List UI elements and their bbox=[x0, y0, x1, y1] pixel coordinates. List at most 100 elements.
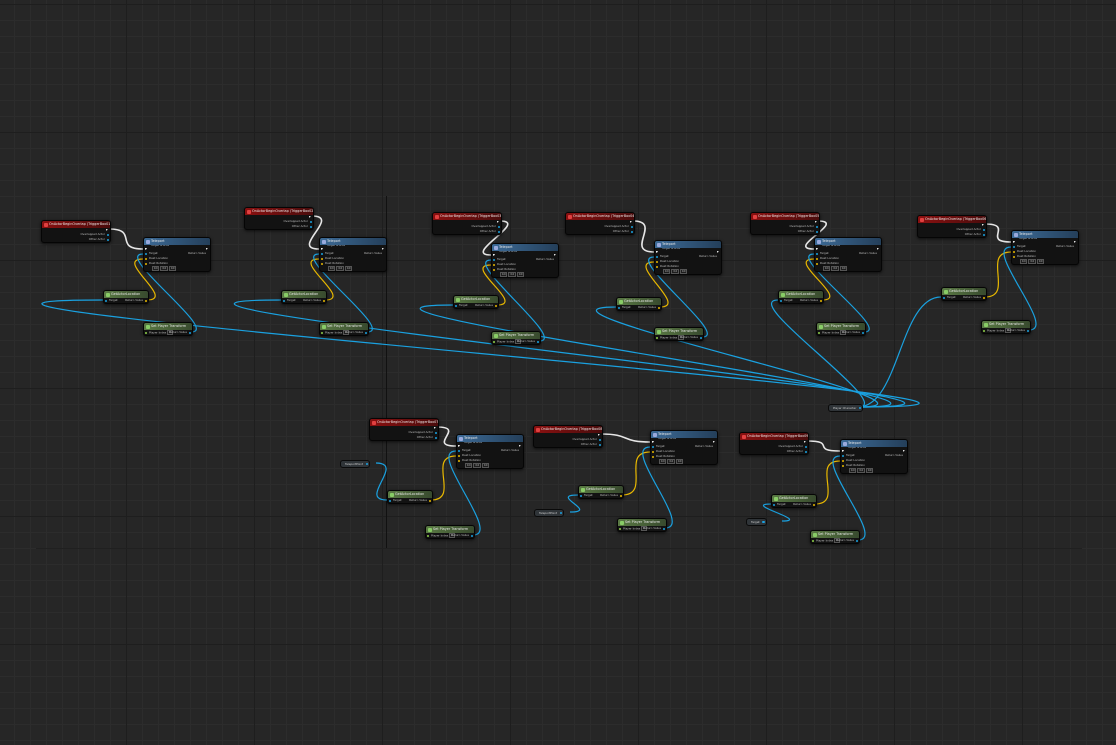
set-player-transform-node[interactable]: Set Player Transform Player Index 0 Return … bbox=[654, 327, 704, 341]
dest-location-pin[interactable] bbox=[1013, 250, 1016, 253]
exec-in-pin[interactable] bbox=[321, 247, 324, 250]
dest-rotation-pin[interactable] bbox=[816, 262, 819, 265]
target-pin[interactable] bbox=[145, 252, 148, 255]
dest-location-pin[interactable] bbox=[656, 260, 659, 263]
rotation-value-box[interactable]: 0.0 bbox=[839, 266, 848, 271]
dest-rotation-pin[interactable] bbox=[458, 459, 461, 462]
event-node[interactable]: OnActorBeginOverlap (TriggerBox08) Overla… bbox=[533, 425, 603, 448]
set-player-transform-node[interactable]: Set Player Transform Player Index 0 Return … bbox=[425, 525, 475, 539]
exec-out-pin[interactable] bbox=[902, 449, 905, 452]
rotation-value-box[interactable]: 0.0 bbox=[659, 459, 667, 464]
dest-rotation-pin[interactable] bbox=[1013, 255, 1016, 258]
target-pin[interactable] bbox=[493, 258, 496, 261]
target-pin[interactable] bbox=[656, 255, 659, 258]
blueprint-graph-canvas[interactable]: OnActorBeginOverlap (TriggerBox01) Overla… bbox=[0, 0, 1116, 745]
other-actor-pin[interactable] bbox=[309, 225, 312, 228]
exec-out-pin[interactable] bbox=[814, 220, 817, 223]
return-value-pin[interactable] bbox=[855, 539, 858, 542]
target-pin[interactable] bbox=[652, 445, 655, 448]
dest-location-pin[interactable] bbox=[816, 257, 819, 260]
overlapped-actor-pin[interactable] bbox=[815, 225, 818, 228]
exec-out-pin[interactable] bbox=[308, 215, 311, 218]
rotation-value-box[interactable]: 0.0 bbox=[1020, 259, 1028, 264]
target-pin[interactable] bbox=[105, 299, 108, 302]
set-player-transform-node[interactable]: Set Player Transform Player Index 0 Return … bbox=[143, 322, 193, 336]
target-pin[interactable] bbox=[389, 499, 392, 502]
rotation-value-box[interactable]: 0.0 bbox=[481, 463, 490, 468]
player-index-pin[interactable] bbox=[321, 331, 324, 334]
dest-location-pin[interactable] bbox=[321, 257, 324, 260]
rotation-value-box[interactable]: 0.0 bbox=[336, 266, 344, 271]
exec-out-pin[interactable] bbox=[597, 433, 600, 436]
other-actor-pin[interactable] bbox=[497, 230, 500, 233]
variable-out-pin[interactable] bbox=[559, 511, 563, 515]
other-actor-pin[interactable] bbox=[815, 230, 818, 233]
get-actor-location-node[interactable]: GetActorLocation Target Return Value bbox=[778, 290, 824, 304]
exec-out-pin[interactable] bbox=[629, 220, 632, 223]
other-actor-pin[interactable] bbox=[804, 450, 807, 453]
exec-out-pin[interactable] bbox=[381, 247, 384, 250]
return-value-pin[interactable] bbox=[494, 304, 497, 307]
player-index-pin[interactable] bbox=[812, 539, 815, 542]
exec-out-pin[interactable] bbox=[716, 250, 719, 253]
player-index-pin[interactable] bbox=[818, 331, 821, 334]
exec-out-pin[interactable] bbox=[876, 247, 879, 250]
overlapped-actor-pin[interactable] bbox=[598, 438, 601, 441]
overlapped-actor-pin[interactable] bbox=[434, 431, 437, 434]
set-player-transform-node[interactable]: Set Player Transform Player Index 0 Return … bbox=[617, 518, 667, 532]
return-value-pin[interactable] bbox=[982, 296, 985, 299]
exec-out-pin[interactable] bbox=[1073, 240, 1076, 243]
exec-in-pin[interactable] bbox=[656, 250, 659, 253]
exec-out-pin[interactable] bbox=[105, 228, 108, 231]
teleport-node[interactable]: Teleport Target is Actor Target Return Valu… bbox=[654, 240, 722, 275]
dest-location-pin[interactable] bbox=[493, 263, 496, 266]
target-pin[interactable] bbox=[618, 306, 621, 309]
return-value-pin[interactable] bbox=[812, 503, 815, 506]
exec-out-pin[interactable] bbox=[803, 440, 806, 443]
event-node[interactable]: OnActorBeginOverlap (TriggerBox07) Overla… bbox=[369, 418, 439, 441]
overlapped-actor-pin[interactable] bbox=[497, 225, 500, 228]
rotation-value-box[interactable]: 0.0 bbox=[473, 463, 481, 468]
teleport-node[interactable]: Teleport Target is Actor Target Return Valu… bbox=[319, 237, 387, 272]
get-actor-location-node[interactable]: GetActorLocation Target Return Value bbox=[281, 290, 327, 304]
teleport-node[interactable]: Teleport Target is Actor Target Return Valu… bbox=[650, 430, 718, 465]
exec-out-pin[interactable] bbox=[712, 440, 715, 443]
get-actor-location-node[interactable]: GetActorLocation Target Return Value bbox=[616, 297, 662, 311]
return-value-pin[interactable] bbox=[188, 331, 191, 334]
dest-location-pin[interactable] bbox=[458, 454, 461, 457]
return-value-pin[interactable] bbox=[428, 499, 431, 502]
return-value-pin[interactable] bbox=[536, 340, 539, 343]
rotation-value-box[interactable]: 0.0 bbox=[671, 269, 679, 274]
rotation-value-box[interactable]: 0.0 bbox=[849, 468, 857, 473]
overlapped-actor-pin[interactable] bbox=[804, 445, 807, 448]
teleport-node[interactable]: Teleport Target is Actor Target Return Valu… bbox=[814, 237, 882, 272]
target-pin[interactable] bbox=[816, 252, 819, 255]
teleport-node[interactable]: Teleport Target is Actor Target Return Valu… bbox=[143, 237, 211, 272]
return-value-pin[interactable] bbox=[144, 299, 147, 302]
player-index-pin[interactable] bbox=[656, 336, 659, 339]
set-player-transform-node[interactable]: Set Player Transform Player Index 0 Return … bbox=[816, 322, 866, 336]
return-value-pin[interactable] bbox=[657, 306, 660, 309]
target-pin[interactable] bbox=[943, 296, 946, 299]
set-player-transform-node[interactable]: Set Player Transform Player Index 0 Return … bbox=[491, 331, 541, 345]
target-pin[interactable] bbox=[458, 449, 461, 452]
return-value-pin[interactable] bbox=[322, 299, 325, 302]
rotation-value-box[interactable]: 0.0 bbox=[823, 266, 831, 271]
event-node[interactable]: OnActorBeginOverlap (TriggerBox06) Overla… bbox=[917, 215, 987, 238]
exec-in-pin[interactable] bbox=[145, 247, 148, 250]
rotation-value-box[interactable]: 0.0 bbox=[831, 266, 839, 271]
overlapped-actor-pin[interactable] bbox=[309, 220, 312, 223]
event-node[interactable]: OnActorBeginOverlap (TriggerBox05) Overla… bbox=[750, 212, 820, 235]
rotation-value-box[interactable]: 0.0 bbox=[168, 266, 177, 271]
other-actor-pin[interactable] bbox=[982, 233, 985, 236]
overlapped-actor-pin[interactable] bbox=[106, 233, 109, 236]
dest-location-pin[interactable] bbox=[145, 257, 148, 260]
exec-out-pin[interactable] bbox=[496, 220, 499, 223]
rotation-value-box[interactable]: 0.0 bbox=[675, 459, 684, 464]
target-pin[interactable] bbox=[580, 494, 583, 497]
teleport-node[interactable]: Teleport Target is Actor Target Return Valu… bbox=[840, 439, 908, 474]
dest-rotation-pin[interactable] bbox=[656, 265, 659, 268]
other-actor-pin[interactable] bbox=[434, 436, 437, 439]
dest-rotation-pin[interactable] bbox=[842, 464, 845, 467]
return-value-pin[interactable] bbox=[1026, 329, 1029, 332]
